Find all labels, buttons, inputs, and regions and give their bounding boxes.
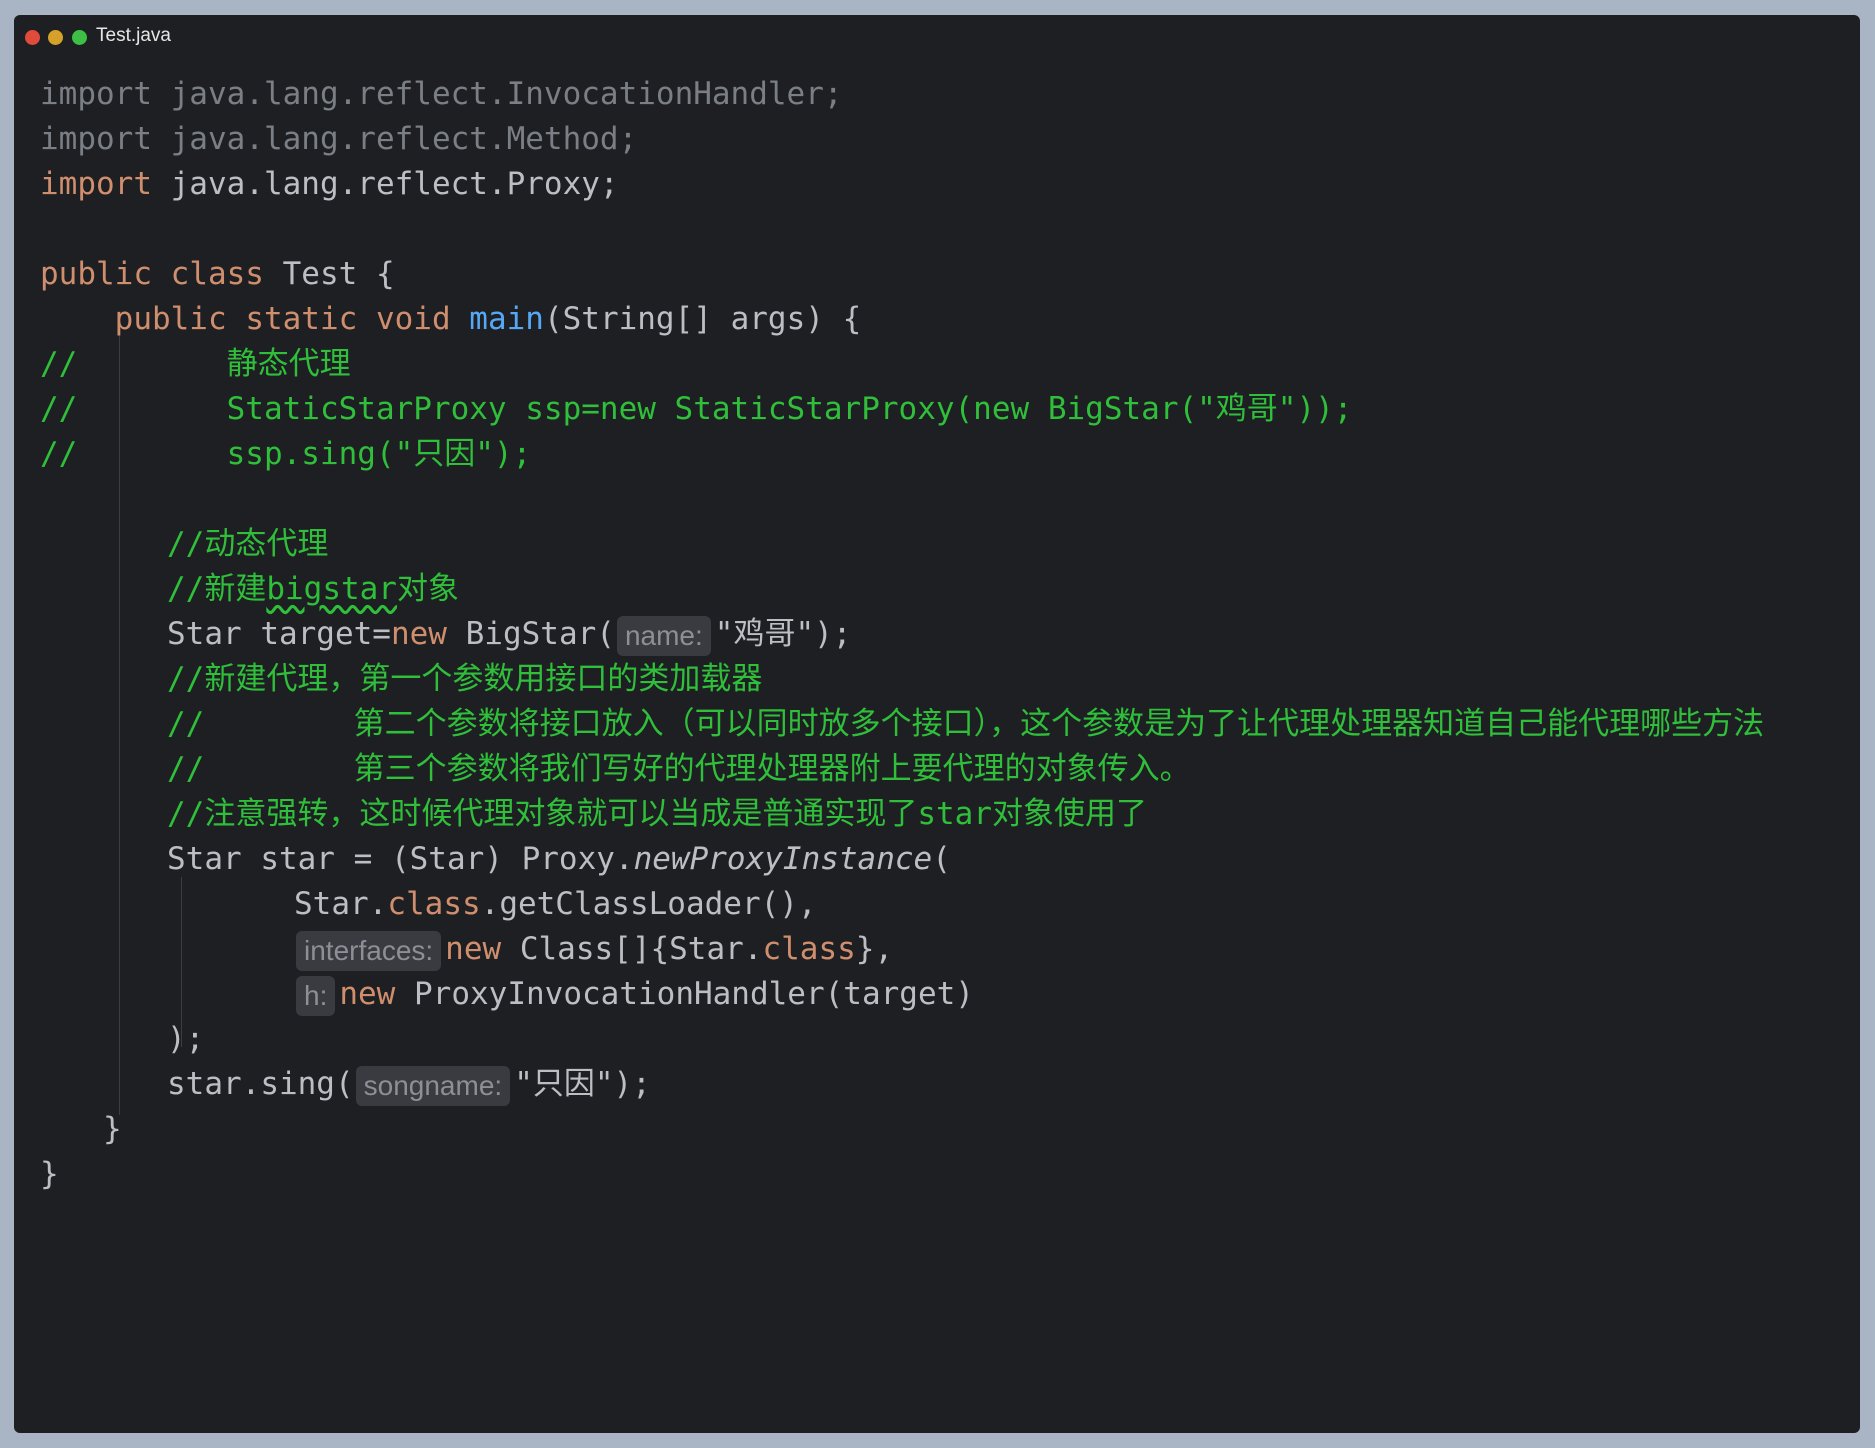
parameter-hint: h:: [296, 975, 336, 1016]
title-bar: Test.java: [14, 15, 1860, 59]
code-text: BigStar(: [446, 616, 615, 652]
keyword: new: [339, 976, 396, 1012]
keyword: import: [40, 76, 152, 112]
keyword: static: [245, 301, 358, 337]
code-line-9: // ssp.sing("只因");: [40, 436, 532, 472]
maximize-window-button[interactable]: [72, 30, 87, 45]
file-title: Test.java: [96, 25, 171, 46]
keyword: import: [40, 166, 152, 202]
class-declaration: Test {: [263, 256, 395, 292]
keyword: new: [390, 616, 447, 652]
editor-window: Test.java import java.lang.reflect.Invoc…: [14, 15, 1860, 1433]
string-literal: "鸡哥");: [714, 616, 852, 652]
code-text: .getClassLoader(),: [480, 886, 817, 922]
import-path: java.lang.reflect.InvocationHandler;: [151, 76, 843, 112]
code-line-25: }: [40, 1156, 59, 1192]
code-text: star.sing(: [167, 1066, 354, 1102]
keyword: public: [40, 256, 152, 292]
keyword: void: [375, 301, 451, 337]
code-text: Star star = (Star) Proxy.: [167, 841, 634, 877]
comment-text: //新建: [167, 571, 267, 607]
code-line-3: import java.lang.reflect.Proxy;: [40, 157, 619, 211]
code-line-24: }: [103, 1111, 122, 1147]
import-path: java.lang.reflect.Method;: [151, 121, 638, 157]
code-text: Star target=: [167, 616, 391, 652]
code-text: },: [855, 931, 894, 967]
code-text: Class[]{Star.: [501, 931, 763, 967]
code-line-23: star.sing(songname: "只因");: [167, 1057, 651, 1111]
import-path: java.lang.reflect.Proxy;: [151, 166, 619, 202]
keyword: class: [762, 931, 856, 967]
code-text: (: [932, 841, 951, 877]
code-area[interactable]: import java.lang.reflect.InvocationHandl…: [40, 67, 1840, 1433]
close-window-button[interactable]: [25, 30, 40, 45]
method-signature: (String[] args) {: [543, 301, 862, 337]
string-literal: "只因");: [514, 1066, 651, 1102]
parameter-hint: name:: [616, 615, 711, 656]
comment-text: 对象: [396, 571, 459, 607]
spelling-warning[interactable]: bigstar: [266, 571, 397, 607]
code-text: Star.: [294, 886, 388, 922]
minimize-window-button[interactable]: [48, 30, 63, 45]
code-text: ProxyInvocationHandler(target): [395, 976, 974, 1012]
code-line-21: h: new ProxyInvocationHandler(target): [294, 967, 974, 1021]
method-name: main: [469, 301, 544, 337]
method-call: newProxyInstance: [633, 841, 933, 877]
keyword: public: [114, 301, 227, 337]
keyword: class: [387, 886, 481, 922]
parameter-hint: interfaces:: [296, 930, 442, 971]
keyword: import: [40, 121, 152, 157]
keyword: class: [170, 256, 264, 292]
parameter-hint: songname:: [355, 1065, 511, 1106]
keyword: new: [445, 931, 502, 967]
